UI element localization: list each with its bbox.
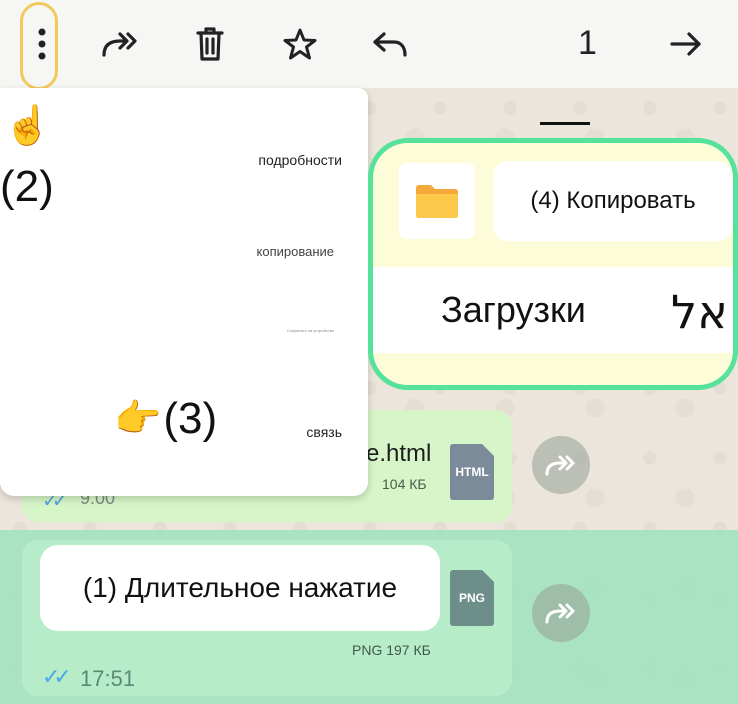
forward-button[interactable] — [662, 20, 710, 68]
png-file-icon: PNG — [450, 570, 494, 626]
reply-button[interactable] — [366, 20, 414, 68]
forward-all-button[interactable] — [96, 20, 144, 68]
message-time: 17:51 — [80, 666, 136, 691]
star-button[interactable] — [276, 20, 324, 68]
star-icon — [283, 28, 317, 60]
menu-highlight-ring — [20, 2, 58, 90]
pointing-right-icon: 👉 — [114, 398, 162, 440]
forward-icon — [670, 32, 701, 56]
forward-icon — [545, 603, 575, 624]
menu-item-details[interactable]: подробности — [258, 152, 342, 168]
hebrew-label: אל — [671, 285, 728, 339]
menu-item-save[interactable]: Сохранить на устройство — [287, 328, 334, 333]
copy-dialog: (4) Копировать Загрузки אל — [368, 138, 738, 390]
forward-all-icon — [102, 32, 137, 57]
step1-callout: (1) Длительное нажатие — [40, 545, 440, 631]
step3-annotation: 👉 (3) — [114, 394, 217, 444]
selection-toolbar: 1 — [0, 0, 738, 88]
forward-message-button[interactable] — [532, 436, 590, 494]
reply-icon — [373, 32, 407, 57]
pointing-up-icon: ☝️ — [4, 105, 52, 147]
step2-label: (2) — [0, 162, 54, 211]
step4-callout[interactable]: (4) Копировать — [493, 161, 733, 241]
forward-icon — [545, 455, 575, 476]
step3-label: (3) — [163, 394, 218, 443]
overflow-menu: подробности копирование Сохранить на уст… — [0, 88, 368, 496]
folder-button[interactable] — [399, 163, 475, 239]
downloads-folder-row[interactable]: Загрузки אל — [373, 267, 733, 353]
delete-icon — [196, 27, 224, 61]
file-size: 104 КБ — [382, 476, 427, 492]
read-ticks-icon: ✓✓ — [42, 664, 72, 689]
downloads-folder-label: Загрузки — [441, 289, 586, 330]
file-name: e.html — [366, 440, 432, 467]
file-size: PNG 197 КБ — [352, 642, 431, 658]
partial-text-fragment — [540, 122, 590, 135]
menu-item-contact[interactable]: связь — [306, 424, 342, 440]
folder-icon — [416, 185, 458, 218]
html-file-icon: HTML — [450, 444, 494, 500]
menu-item-copy[interactable]: копирование — [257, 244, 335, 259]
forward-message-button[interactable] — [532, 584, 590, 642]
delete-button[interactable] — [186, 20, 234, 68]
selected-count: 1 — [578, 24, 597, 62]
